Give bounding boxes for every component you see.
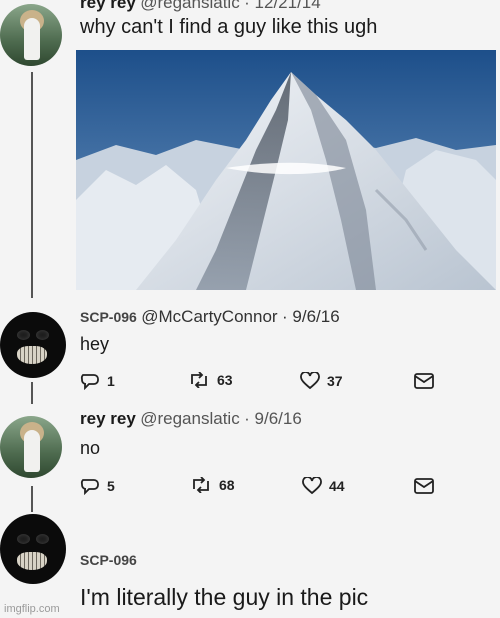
tweet-date: · 9/6/16 [244, 409, 302, 428]
tweet-header: SCP-096 @McCartyConnor · 9/6/16 [80, 307, 340, 327]
avatar[interactable] [0, 514, 66, 584]
tweet-text: I'm literally the guy in the pic [80, 584, 369, 610]
author-handle[interactable]: @McCartyConnor [141, 307, 277, 326]
retweet-count: 63 [217, 372, 233, 388]
reply-icon [80, 479, 99, 495]
author-name[interactable]: rey rey [80, 409, 136, 428]
retweet-icon [193, 477, 209, 493]
avatar[interactable] [0, 416, 62, 478]
reply-count: 5 [107, 478, 115, 494]
tweet-header: SCP-096 [80, 552, 137, 570]
author-handle[interactable]: @reganslatic [140, 409, 239, 428]
retweet-button[interactable]: 63 [188, 372, 233, 388]
tweet-header: rey rey @reganslatic · 9/6/16 [80, 409, 302, 429]
tweet-header: rey rey @reganslatic · 12/21/14 [80, 0, 321, 13]
like-count: 37 [327, 373, 343, 389]
avatar[interactable] [0, 312, 66, 378]
tweet-date: · 9/6/16 [282, 307, 340, 326]
like-button[interactable]: 37 [300, 372, 343, 390]
tweet-text: why can't I find a guy like this ugh [80, 16, 378, 38]
envelope-icon [414, 478, 434, 494]
author-handle[interactable]: @reganslatic [140, 0, 239, 12]
envelope-icon [414, 373, 434, 389]
tweet-text: hey [80, 334, 110, 354]
author-name[interactable]: rey rey [80, 0, 136, 12]
avatar[interactable] [0, 4, 62, 66]
thread-line-2 [31, 382, 33, 404]
tweet-image[interactable] [76, 50, 496, 290]
reply-button[interactable]: 1 [80, 372, 115, 390]
thread-line-1 [31, 72, 33, 298]
tweet-text: no [80, 438, 101, 458]
message-button[interactable] [414, 373, 434, 389]
reply-icon [80, 374, 99, 390]
retweet-icon [191, 372, 207, 388]
thread-line-3 [31, 486, 33, 512]
retweet-count: 68 [219, 477, 235, 493]
message-button[interactable] [414, 478, 434, 494]
retweet-button[interactable]: 68 [190, 477, 235, 493]
reply-count: 1 [107, 373, 115, 389]
heart-icon [302, 477, 322, 495]
like-button[interactable]: 44 [302, 477, 345, 495]
author-name[interactable]: SCP-096 [80, 309, 137, 325]
watermark: imgflip.com [4, 603, 60, 615]
tweet-date: · 12/21/14 [244, 0, 321, 12]
reply-button[interactable]: 5 [80, 477, 115, 495]
heart-icon [300, 372, 320, 390]
author-name[interactable]: SCP-096 [80, 552, 137, 568]
like-count: 44 [329, 478, 345, 494]
